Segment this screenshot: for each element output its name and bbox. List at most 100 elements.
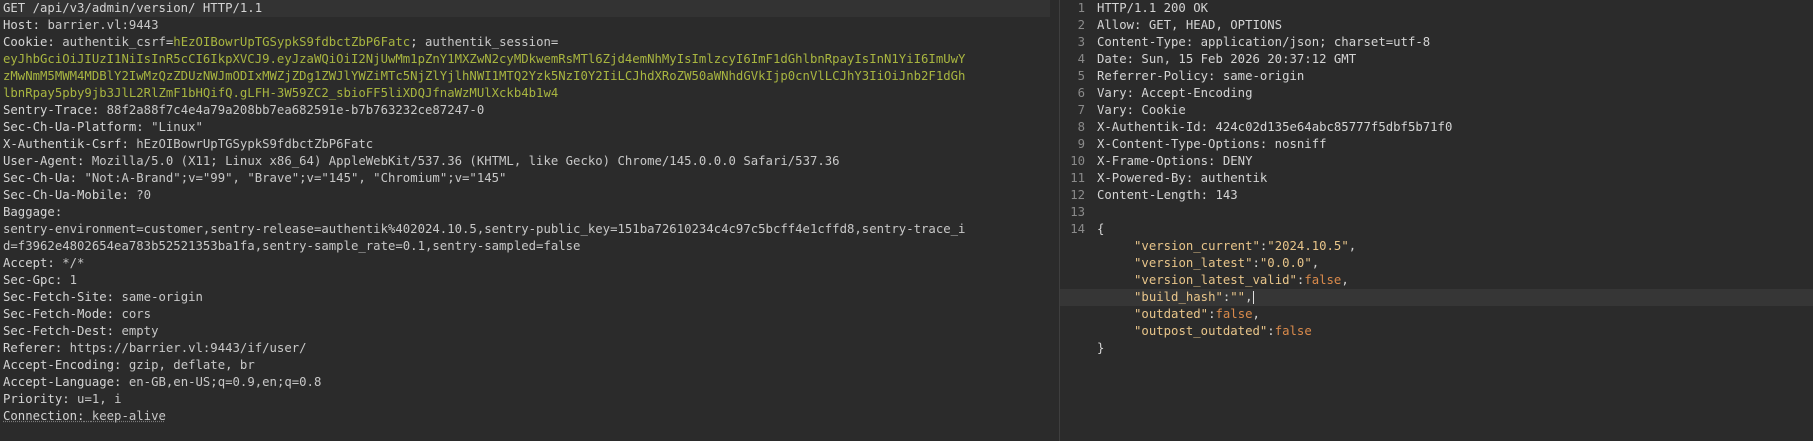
response-line[interactable]: 5 Referrer-Policy: same-origin [1060, 68, 1813, 85]
request-line[interactable]: GET /api/v3/admin/version/ HTTP/1.1 [0, 0, 1050, 17]
json-key: "outpost_outdated" [1134, 324, 1268, 338]
json-value: false [1274, 324, 1312, 338]
baggage-value[interactable]: sentry-environment=customer,sentry-relea… [0, 221, 1050, 238]
header-value: u=1, i [77, 392, 122, 406]
header-key: User-Agent: [3, 154, 85, 168]
header-value: https://barrier.vl:9443/if/user/ [69, 341, 307, 355]
line-number: 3 [1077, 35, 1085, 49]
line-number: 14 [1070, 222, 1085, 236]
header-line[interactable]: Accept-Encoding: gzip, deflate, br [0, 357, 1050, 374]
header-key: Sec-Fetch-Dest: [3, 324, 115, 338]
header-line[interactable]: Baggage: [0, 204, 1050, 221]
line-number: 7 [1077, 103, 1085, 117]
json-line[interactable]: "version_latest_valid":false, [1060, 272, 1813, 289]
response-line[interactable]: 4 Date: Sun, 15 Feb 2026 20:37:12 GMT [1060, 51, 1813, 68]
line-number: 11 [1070, 171, 1085, 185]
response-line[interactable]: 11 X-Powered-By: authentik [1060, 170, 1813, 187]
line-number: 10 [1070, 154, 1085, 168]
response-line-text: X-Content-Type-Options: nosniff [1097, 137, 1327, 151]
response-line-text: X-Frame-Options: DENY [1097, 154, 1253, 168]
response-line-text: X-Authentik-Id: 424c02d135e64abc85777f5d… [1097, 120, 1453, 134]
response-line[interactable]: 7 Vary: Cookie [1060, 102, 1813, 119]
response-pane[interactable]: 1 HTTP/1.1 200 OK 2 Allow: GET, HEAD, OPTIO… [1060, 0, 1813, 441]
header-value: 1 [69, 273, 78, 287]
header-line[interactable]: Sec-Ch-Ua-Platform: "Linux" [0, 119, 1050, 136]
header-value: "Linux" [151, 120, 203, 134]
response-line-text: Content-Length: 143 [1097, 188, 1238, 202]
header-line[interactable]: Sec-Fetch-Dest: empty [0, 323, 1050, 340]
json-line[interactable]: "version_latest":"0.0.0", [1060, 255, 1813, 272]
header-value: empty [121, 324, 159, 338]
header-line[interactable]: Sentry-Trace: 88f2a88f7c4e4a79a208bb7ea6… [0, 102, 1050, 119]
header-connection[interactable]: Connection: keep-alive [0, 408, 1050, 425]
header-line[interactable]: Sec-Gpc: 1 [0, 272, 1050, 289]
header-line[interactable]: Sec-Fetch-Mode: cors [0, 306, 1050, 323]
header-value: en-GB,en-US;q=0.9,en;q=0.8 [128, 375, 322, 389]
response-line[interactable]: 12 Content-Length: 143 [1060, 187, 1813, 204]
response-line[interactable]: 10 X-Frame-Options: DENY [1060, 153, 1813, 170]
header-key: Sec-Fetch-Mode: [3, 307, 115, 321]
header-key: Sec-Gpc: [3, 273, 63, 287]
header-key: X-Authentik-Csrf: [3, 137, 129, 151]
request-pane[interactable]: GET /api/v3/admin/version/ HTTP/1.1 Host… [0, 0, 1050, 441]
response-line[interactable]: 1 HTTP/1.1 200 OK [1060, 0, 1813, 17]
response-line-text: { [1097, 222, 1105, 236]
header-key: Sec-Fetch-Site: [3, 290, 115, 304]
json-closing-brace: } [1097, 341, 1105, 355]
line-number: 1 [1077, 1, 1085, 15]
response-line[interactable]: 14 { [1060, 221, 1813, 238]
cookie-session-value[interactable]: lbnRpay5pby9jb3JlL2RlZmF1bHQifQ.gLFH-3W5… [0, 85, 1050, 102]
response-line[interactable]: 13 [1060, 204, 1813, 221]
json-line[interactable]: "build_hash":"", [1060, 289, 1813, 306]
text-cursor [1252, 291, 1254, 304]
header-key: Connection: [3, 409, 85, 423]
header-line[interactable]: X-Authentik-Csrf: hEzOIBowrUpTGSypkS9fdb… [0, 136, 1050, 153]
response-line[interactable]: 6 Vary: Accept-Encoding [1060, 85, 1813, 102]
line-number: 5 [1077, 69, 1085, 83]
header-key: Accept: [3, 256, 55, 270]
response-line-text: X-Powered-By: authentik [1097, 171, 1268, 185]
baggage-value[interactable]: d=f3962e4802654ea783b52521353ba1fa,sentr… [0, 238, 1050, 255]
json-value: "2024.10.5" [1267, 239, 1349, 253]
line-number: 6 [1077, 86, 1085, 100]
header-key: Cookie: [3, 35, 55, 49]
cookie-session-value[interactable]: eyJhbGciOiJIUzI1NiIsInR5cCI6IkpXVCJ9.eyJ… [0, 51, 1050, 68]
json-line[interactable]: "outpost_outdated":false [1060, 323, 1813, 340]
header-key: Sec-Ch-Ua-Platform: [3, 120, 144, 134]
json-closing-line[interactable]: } [1060, 340, 1813, 357]
header-key: Accept-Language: [3, 375, 122, 389]
response-line[interactable]: 3 Content-Type: application/json; charset… [1060, 34, 1813, 51]
json-value: "" [1230, 290, 1246, 304]
header-value: Mozilla/5.0 (X11; Linux x86_64) AppleWeb… [91, 154, 840, 168]
header-value: */* [62, 256, 85, 270]
line-number: 2 [1077, 18, 1085, 32]
header-line[interactable]: User-Agent: Mozilla/5.0 (X11; Linux x86_… [0, 153, 1050, 170]
header-line[interactable]: Accept: */* [0, 255, 1050, 272]
line-number: 4 [1077, 52, 1085, 66]
header-line[interactable]: Sec-Fetch-Site: same-origin [0, 289, 1050, 306]
header-value: "Not:A-Brand";v="99", "Brave";v="145", "… [84, 171, 507, 185]
response-line[interactable]: 8 X-Authentik-Id: 424c02d135e64abc85777f5… [1060, 119, 1813, 136]
cookie-session-value[interactable]: zMwNmM5MWM4MDBlY2IwMzQzZDUzNWJmODIxMWZjZ… [0, 68, 1050, 85]
header-line[interactable]: Accept-Language: en-GB,en-US;q=0.9,en;q=… [0, 374, 1050, 391]
cookie-csrf-name: authentik_csrf [62, 35, 166, 49]
header-host[interactable]: Host: barrier.vl:9443 [0, 17, 1050, 34]
response-line[interactable]: 9 X-Content-Type-Options: nosniff [1060, 136, 1813, 153]
json-line[interactable]: "version_current":"2024.10.5", [1060, 238, 1813, 255]
json-value: "0.0.0" [1259, 256, 1312, 270]
header-cookie[interactable]: Cookie: authentik_csrf=hEzOIBowrUpTGSypk… [0, 34, 1050, 51]
header-line[interactable]: Sec-Ch-Ua: "Not:A-Brand";v="99", "Brave"… [0, 170, 1050, 187]
header-line[interactable]: Sec-Ch-Ua-Mobile: ?0 [0, 187, 1050, 204]
json-key: "version_latest" [1134, 256, 1253, 270]
header-key: Referer: [3, 341, 63, 355]
response-line[interactable]: 2 Allow: GET, HEAD, OPTIONS [1060, 17, 1813, 34]
json-key: "version_latest_valid" [1134, 273, 1297, 287]
response-line-text: Vary: Accept-Encoding [1097, 86, 1253, 100]
header-key: Baggage: [3, 205, 63, 219]
line-number: 13 [1070, 205, 1085, 219]
header-key: Priority: [3, 392, 70, 406]
header-line[interactable]: Priority: u=1, i [0, 391, 1050, 408]
json-line[interactable]: "outdated":false, [1060, 306, 1813, 323]
header-value: cors [121, 307, 152, 321]
header-line[interactable]: Referer: https://barrier.vl:9443/if/user… [0, 340, 1050, 357]
